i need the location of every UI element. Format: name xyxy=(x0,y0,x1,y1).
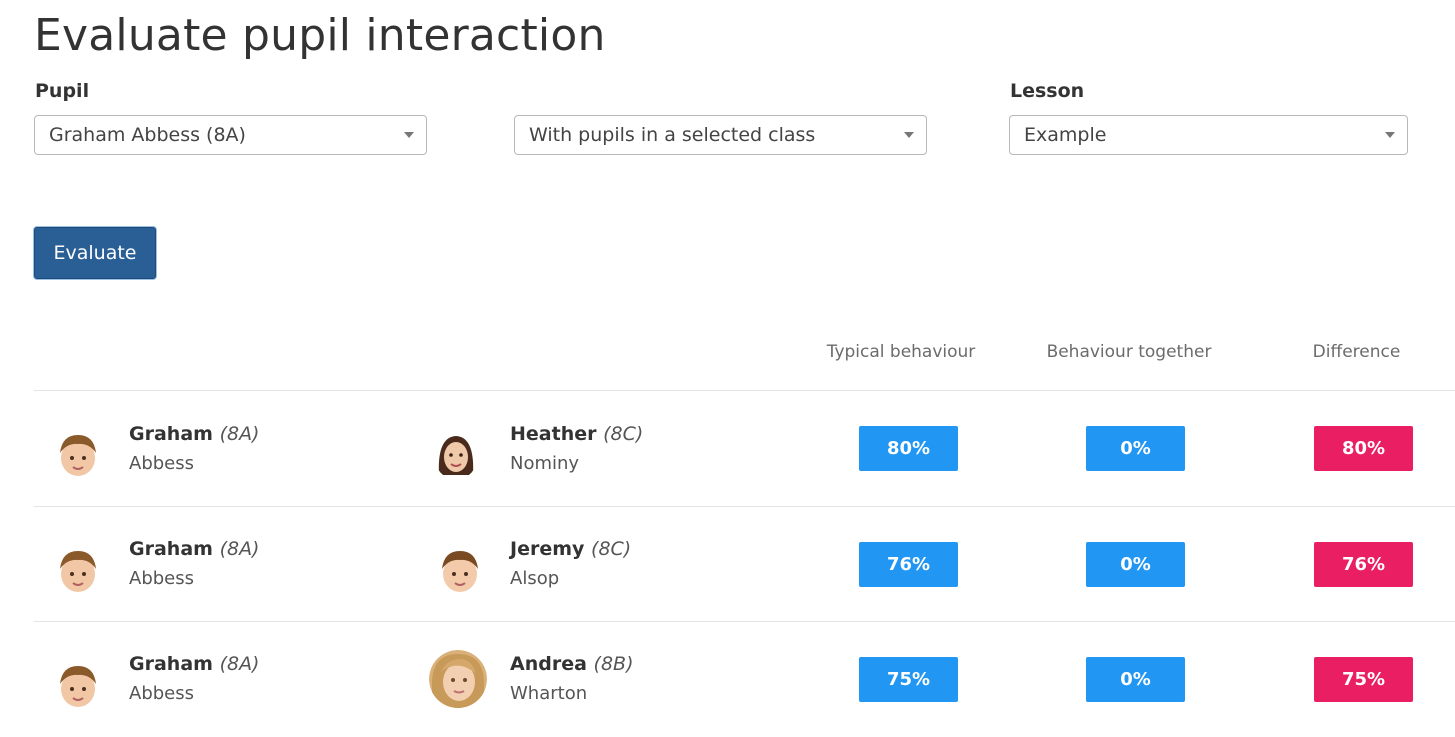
other-pupil-name: Heather (8C) xyxy=(510,423,644,445)
pupil-name: Graham (8A) xyxy=(129,423,260,445)
pupil-name: Graham (8A) xyxy=(129,653,260,675)
lesson-select[interactable]: Example xyxy=(1009,115,1408,155)
pupil-surname: Abbess xyxy=(129,683,194,704)
mode-select[interactable]: With pupils in a selected class xyxy=(514,115,927,155)
typical-behaviour-badge: 75% xyxy=(859,657,958,702)
chevron-down-icon xyxy=(404,132,414,138)
lesson-select-value: Example xyxy=(1024,124,1107,146)
difference-badge: 80% xyxy=(1314,426,1413,471)
page-title: Evaluate pupil interaction xyxy=(34,10,606,61)
other-pupil-name: Andrea (8B) xyxy=(510,653,634,675)
pupil-surname: Abbess xyxy=(129,568,194,589)
other-pupil-surname: Nominy xyxy=(510,453,580,474)
table-row: Graham (8A) Abbess Jeremy (8C) Alsop 76%… xyxy=(0,507,1455,622)
col-header-difference: Difference xyxy=(1312,342,1401,362)
behaviour-together-badge: 0% xyxy=(1086,542,1185,587)
pupil-name: Graham (8A) xyxy=(129,538,260,560)
pupil-select[interactable]: Graham Abbess (8A) xyxy=(34,115,427,155)
behaviour-together-badge: 0% xyxy=(1086,657,1185,702)
typical-behaviour-badge: 76% xyxy=(859,542,958,587)
avatar xyxy=(429,650,487,708)
table-row: Graham (8A) Abbess Andrea (8B) Wharton 7… xyxy=(0,622,1455,737)
mode-select-value: With pupils in a selected class xyxy=(529,124,816,146)
typical-behaviour-badge: 80% xyxy=(859,426,958,471)
difference-badge: 75% xyxy=(1314,657,1413,702)
avatar xyxy=(437,547,483,593)
evaluate-button[interactable]: Evaluate xyxy=(34,227,156,279)
difference-badge: 76% xyxy=(1314,542,1413,587)
avatar xyxy=(55,547,101,593)
avatar xyxy=(435,431,477,479)
col-header-typical: Typical behaviour xyxy=(826,342,976,362)
col-header-together: Behaviour together xyxy=(1046,342,1212,362)
chevron-down-icon xyxy=(1385,132,1395,138)
behaviour-together-badge: 0% xyxy=(1086,426,1185,471)
other-pupil-name: Jeremy (8C) xyxy=(510,538,632,560)
lesson-label: Lesson xyxy=(1010,80,1085,102)
pupil-surname: Abbess xyxy=(129,453,194,474)
pupil-label: Pupil xyxy=(35,80,90,102)
other-pupil-surname: Wharton xyxy=(510,683,588,704)
table-row: Graham (8A) Abbess Heather (8C) Nominy 8… xyxy=(0,391,1455,506)
avatar xyxy=(55,431,101,477)
other-pupil-surname: Alsop xyxy=(510,568,560,589)
pupil-select-value: Graham Abbess (8A) xyxy=(49,124,246,146)
avatar xyxy=(55,662,101,708)
chevron-down-icon xyxy=(904,132,914,138)
